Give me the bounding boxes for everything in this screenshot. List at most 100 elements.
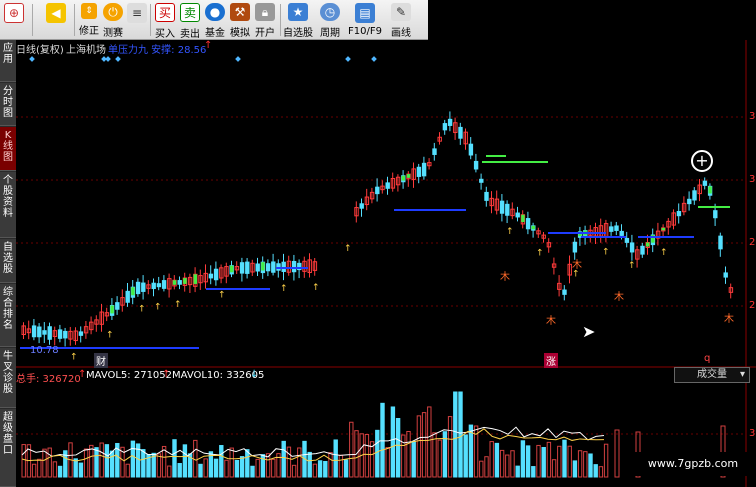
candle-body <box>473 160 479 170</box>
volume-bar <box>520 440 526 478</box>
tab-intraday[interactable]: 分时图 <box>0 83 16 126</box>
volume-bar <box>271 458 276 478</box>
f10-icon: ▤ <box>355 3 375 23</box>
volume-bar <box>505 454 510 478</box>
buy-button[interactable]: 买 买入 <box>154 1 176 40</box>
volume-bar <box>349 421 354 478</box>
star-folder-icon: ★ <box>288 3 308 21</box>
volume-bar <box>614 429 620 478</box>
event-diamond-icon <box>105 56 111 62</box>
volume-bar <box>78 462 84 478</box>
candle-body <box>723 272 728 278</box>
hammer-icon: ⚒ <box>230 3 250 21</box>
finance-marker[interactable]: 财 <box>94 353 108 368</box>
buy-icon: 买 <box>155 3 175 22</box>
candle-body <box>484 191 489 201</box>
watchlist-label: 自选股 <box>283 28 313 39</box>
watchlist-button[interactable]: ★ 自选股 <box>283 1 313 39</box>
menu-button[interactable]: ≡ <box>126 1 148 39</box>
signal-candle <box>131 287 135 296</box>
volume-bar <box>416 415 422 478</box>
candle-body <box>624 237 630 243</box>
volume-bar <box>603 443 609 478</box>
draw-line-button[interactable]: ✎ 画线 <box>388 1 414 39</box>
buy-arrow-icon: ↑ <box>280 284 288 294</box>
candle-body <box>713 210 718 219</box>
volume-bar <box>489 441 494 478</box>
volume-bar <box>89 444 94 478</box>
volume-bar <box>447 416 453 478</box>
candle-body <box>676 211 682 217</box>
volume-bar <box>177 463 182 478</box>
buy-arrow-icon: ↑ <box>70 352 78 362</box>
mavol5-label: MAVOL5: 271052 <box>86 370 173 381</box>
volume-bar <box>479 460 484 478</box>
rise-marker[interactable]: 涨 <box>544 353 558 368</box>
volume-bar <box>99 442 104 478</box>
watermark: www.7gpzb.com <box>630 452 756 476</box>
fund-icon: ● <box>205 3 225 21</box>
tab-watchlist[interactable]: 自选股 <box>0 239 16 283</box>
price-axis-label: 3 <box>749 111 756 122</box>
tab-apps[interactable]: 应用 <box>0 40 16 82</box>
volume-bar <box>390 406 396 478</box>
tab-kline[interactable]: K线图 <box>0 127 16 171</box>
candle-body <box>37 326 42 338</box>
candle-body <box>619 230 624 236</box>
buy-arrow-icon: ↑ <box>154 303 162 313</box>
open-account-label: 开户 <box>255 28 275 39</box>
volume-bar <box>453 391 458 478</box>
volume-bar <box>401 434 406 478</box>
correct-button[interactable]: ⇕ 修正 <box>78 1 100 39</box>
signal-candle <box>406 174 411 178</box>
candle-body <box>125 290 130 303</box>
candle-body <box>57 329 63 339</box>
kline-canvas[interactable]: ↑↑↑ ↑ ↑↑↑ ↑↑↑↑↑↑↑↑木木木木木 <box>16 40 756 487</box>
volume-bar <box>333 439 338 478</box>
volume-bar <box>598 466 604 478</box>
candle-body <box>447 118 453 126</box>
volume-bar <box>198 463 203 478</box>
tab-ranking[interactable]: 综合排名 <box>0 284 16 347</box>
event-diamond-icon <box>345 56 351 62</box>
sell-button[interactable]: 卖 卖出 <box>179 1 201 40</box>
buy-arrow-icon: ↑ <box>174 300 182 310</box>
simulate-button[interactable]: ⚒ 模拟 <box>229 1 251 39</box>
open-account-button[interactable]: 🔒︎ 开户 <box>254 1 276 39</box>
f10-button[interactable]: ▤ F10/F9 <box>348 1 382 39</box>
volume-bar <box>427 406 432 478</box>
price-axis-label: 2 <box>749 300 756 311</box>
sell-marker-icon: 木 <box>572 259 582 271</box>
crosshair-zoom-icon[interactable]: + <box>691 150 713 172</box>
volume-bar <box>229 447 234 478</box>
q-marker[interactable]: q <box>704 353 710 364</box>
candle-body <box>31 325 37 338</box>
fund-button[interactable]: ● 基金 <box>204 1 226 39</box>
volume-bar <box>375 429 380 478</box>
tab-profile[interactable]: 个股资料 <box>0 172 16 238</box>
volume-bar <box>583 451 588 478</box>
volume-total: 总手: 326720 <box>16 374 81 385</box>
tab-diagnose[interactable]: 牛叉诊股 <box>0 348 16 408</box>
signal-candle <box>646 242 650 247</box>
tab-orderbook[interactable]: 超级盘口 <box>0 409 16 487</box>
volume-bar <box>484 456 489 478</box>
volume-bar <box>323 461 328 478</box>
volume-bar <box>167 465 172 478</box>
volume-bar <box>260 454 266 478</box>
back-button[interactable]: ◀ <box>44 1 68 39</box>
signal-candle <box>708 186 712 194</box>
mavol10-down-arrow: ↓ <box>250 369 259 380</box>
volume-bar <box>47 447 52 478</box>
period-button[interactable]: ◷ 周期 <box>318 1 342 39</box>
apps-button[interactable]: ⊕ <box>2 1 26 39</box>
volume-bar <box>141 449 146 478</box>
volume-bar <box>213 458 219 478</box>
test-button[interactable]: ⏻ 测赛 <box>102 1 124 39</box>
volume-bar <box>255 458 260 478</box>
volume-bar <box>499 449 505 478</box>
up-down-icon: ⇕ <box>81 3 97 19</box>
indicator-select[interactable]: 成交量 ▾ <box>674 367 750 383</box>
candle-body <box>359 203 364 209</box>
kline-chart[interactable]: ↑ ↑ ↑ ↑ ↑ ↑ ↑ ↑ ↑ ↑ ↑ ↑ ↑ ↑ ↑ 木木木木木 日线(复权) 上海机场 单压力九 安撑… <box>16 40 756 487</box>
